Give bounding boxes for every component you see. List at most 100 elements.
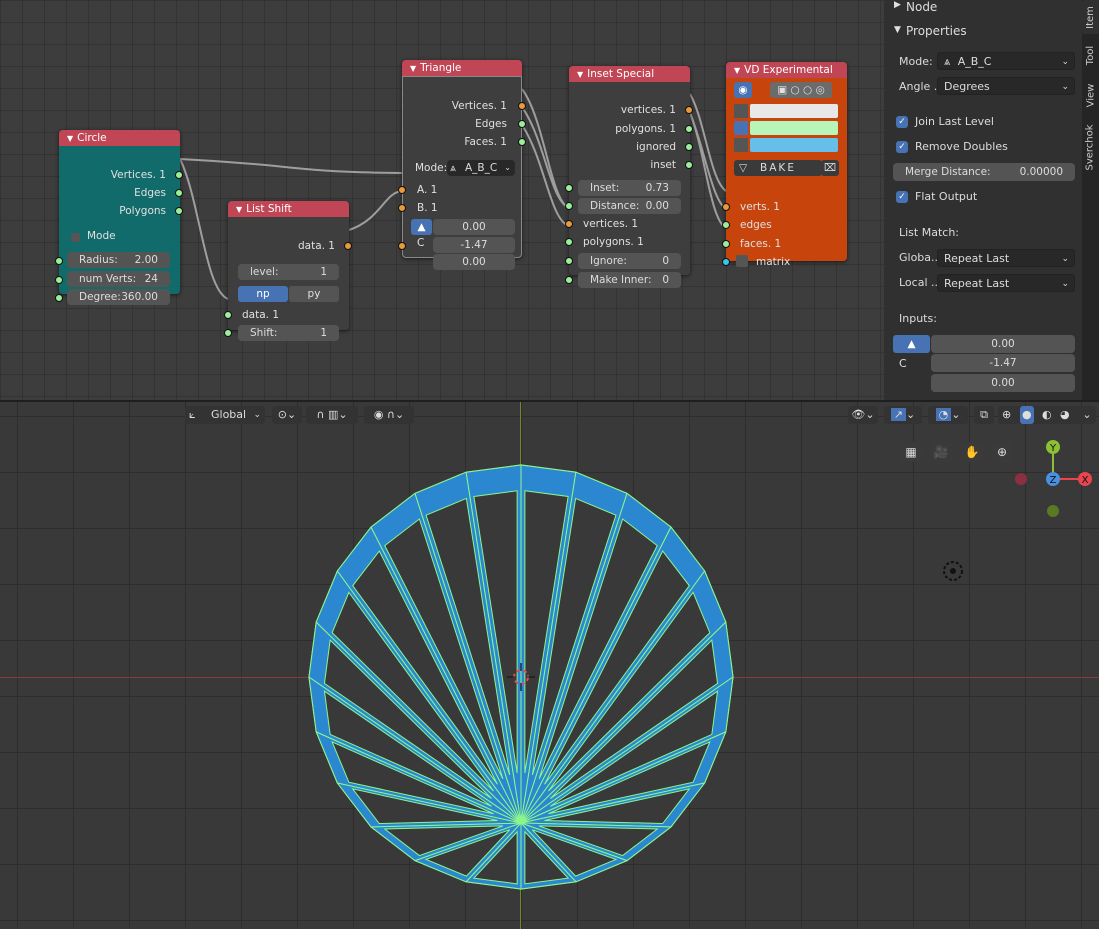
tab-item[interactable]: Item — [1082, 0, 1099, 34]
shading-options-dropdown[interactable]: ⌄ — [1078, 406, 1096, 424]
inset-special-header[interactable]: ▼ Inset Special — [569, 66, 690, 82]
snapping-controls[interactable]: ∩ ▥⌄ — [306, 406, 358, 424]
circle-node-header[interactable]: ▼ Circle — [59, 130, 180, 146]
radius-socket[interactable] — [55, 257, 63, 265]
properties-section-header[interactable]: Properties — [906, 24, 967, 38]
distance-socket[interactable] — [565, 202, 573, 210]
node-section-header[interactable]: Node — [906, 0, 937, 14]
degree-socket[interactable] — [55, 294, 63, 302]
circle-edges-socket[interactable] — [175, 189, 183, 197]
inset-field[interactable]: Inset: 0.73 — [578, 180, 681, 196]
triangle-c-expand-button[interactable]: ▲ — [411, 219, 432, 235]
shift-field[interactable]: Shift: 1 — [238, 325, 339, 341]
vd-faces-socket[interactable] — [722, 240, 730, 248]
navigation-gizmo[interactable]: Y X Z — [1008, 432, 1099, 522]
pan-hand-icon[interactable]: ✋ — [961, 442, 983, 462]
join-last-level-checkbox[interactable]: ✓ — [896, 116, 908, 128]
vd-edges-socket[interactable] — [722, 221, 730, 229]
mode-checkbox[interactable] — [71, 233, 80, 242]
inset-inset-socket[interactable] — [685, 161, 693, 169]
vd-matrix-socket[interactable] — [722, 258, 730, 266]
vd-experimental-node[interactable]: ▼ VD Experimental ◉ ▣ ○ ○ ◎ ▽ BAKE ⌧ verts… — [722, 62, 847, 268]
py-button[interactable]: py — [289, 286, 339, 302]
circle-vertices-socket[interactable] — [175, 171, 183, 179]
np-button[interactable]: np — [238, 286, 288, 302]
inset-polygons-in-socket[interactable] — [565, 238, 573, 246]
transform-orientation-dropdown[interactable]: ⟀ Global ⌄ — [185, 406, 265, 424]
3d-cursor[interactable] — [507, 663, 535, 691]
triangle-edges-socket[interactable] — [518, 120, 526, 128]
triangle-c-socket[interactable] — [398, 242, 406, 250]
remove-doubles-checkbox[interactable]: ✓ — [896, 141, 908, 153]
inputs-expand-button[interactable]: ▲ — [893, 335, 930, 353]
3d-viewport[interactable]: ⟀ Global ⌄ ⊙⌄ ∩ ▥⌄ ◉ ∩⌄ 👁⌄ ↗ ⌄ ◔ ⌄ ⧉ ⊕ ● ◐ ◕… — [0, 402, 1099, 929]
triangle-mode-dropdown[interactable]: ⩓ A_B_C ⌄ — [447, 160, 515, 176]
ignore-socket[interactable] — [565, 257, 573, 265]
node-section-chevron-icon[interactable]: ▶ — [894, 0, 901, 10]
ignore-field[interactable]: Ignore: 0 — [578, 253, 681, 269]
inset-vertices-in-socket[interactable] — [565, 220, 573, 228]
list-shift-output-socket[interactable] — [344, 242, 352, 250]
merge-distance-field[interactable]: Merge Distance: 0.00000 — [893, 163, 1075, 181]
circle-node[interactable]: ▼ Circle Vertices. 1 Edges Polygons Mode … — [55, 130, 183, 305]
level-field[interactable]: level: 1 — [238, 264, 339, 280]
shading-mode-buttons[interactable]: ⊕ ● ◐ ◕ — [998, 406, 1082, 424]
bake-options-icon[interactable]: ⌧ — [821, 160, 839, 176]
angle-dropdown[interactable]: Degrees ⌄ — [937, 77, 1075, 95]
visibility-eye-icon[interactable]: ◉ — [734, 82, 752, 98]
triangle-c-x-field[interactable]: 0.00 — [433, 219, 515, 235]
radius-field[interactable]: Radius: 2.00 — [67, 252, 170, 268]
gizmo-dropdown[interactable]: ↗ ⌄ — [884, 406, 922, 424]
inset-vertices-out-socket[interactable] — [685, 106, 693, 114]
list-shift-node[interactable]: ▼ List Shift data. 1 level: 1 np py data. … — [224, 201, 352, 341]
circle-polygons-socket[interactable] — [175, 207, 183, 215]
visibility-dropdown[interactable]: 👁⌄ — [848, 406, 878, 424]
grid-view-icon[interactable]: ▦ — [900, 442, 922, 462]
shift-socket[interactable] — [224, 329, 232, 337]
vd-verts-socket[interactable] — [722, 203, 730, 211]
global-match-dropdown[interactable]: Repeat Last ⌄ — [937, 249, 1075, 267]
node-editor[interactable]: ▼ Circle Vertices. 1 Edges Polygons Mode … — [0, 0, 884, 402]
edge-color-swatch[interactable] — [750, 121, 838, 135]
gizmo-neg-y-axis[interactable] — [1047, 505, 1059, 517]
make-inner-field[interactable]: Make Inner: 0 — [578, 272, 681, 288]
material-shading-icon[interactable]: ◐ — [1042, 406, 1052, 424]
face-color-swatch[interactable] — [750, 138, 838, 152]
vertex-color-swatch[interactable] — [750, 104, 838, 118]
properties-section-chevron-icon[interactable]: ▼ — [894, 25, 901, 35]
distance-field[interactable]: Distance: 0.00 — [578, 198, 681, 214]
triangle-faces-socket[interactable] — [518, 138, 526, 146]
make-inner-socket[interactable] — [565, 276, 573, 284]
inset-field-socket[interactable] — [565, 184, 573, 192]
list-shift-data-socket[interactable] — [224, 311, 232, 319]
panel-c-y-field[interactable]: -1.47 — [931, 354, 1075, 372]
triangle-header[interactable]: ▼ Triangle — [402, 60, 522, 76]
triangle-c-y-field[interactable]: -1.47 — [433, 237, 515, 253]
camera-view-icon[interactable]: 🎥 — [930, 442, 952, 462]
list-shift-header[interactable]: ▼ List Shift — [228, 201, 349, 217]
panel-mode-dropdown[interactable]: ⩓ A_B_C ⌄ — [937, 52, 1075, 70]
num-verts-socket[interactable] — [55, 276, 63, 284]
bake-button[interactable]: ▽ BAKE — [734, 160, 822, 176]
proportional-editing-controls[interactable]: ◉ ∩⌄ — [364, 406, 414, 424]
flat-output-checkbox[interactable]: ✓ — [896, 191, 908, 203]
triangle-c-z-field[interactable]: 0.00 — [433, 254, 515, 270]
xray-toggle[interactable]: ⧉ — [974, 406, 994, 424]
triangle-node[interactable]: ▼ Triangle Vertices. 1 Edges Faces. 1 Mod… — [398, 60, 526, 270]
inset-polygons-out-socket[interactable] — [685, 125, 693, 133]
vd-experimental-header[interactable]: ▼ VD Experimental — [726, 62, 847, 78]
light-object-icon[interactable] — [940, 558, 966, 584]
tab-sverchok[interactable]: Sverchok — [1082, 118, 1099, 176]
wireframe-shading-icon[interactable]: ⊕ — [1002, 406, 1011, 424]
gizmo-neg-x-axis[interactable] — [1015, 473, 1027, 485]
inset-ignored-socket[interactable] — [685, 143, 693, 151]
pivot-point-dropdown[interactable]: ⊙⌄ — [272, 406, 302, 424]
triangle-b-socket[interactable] — [398, 204, 406, 212]
triangle-a-socket[interactable] — [398, 186, 406, 194]
local-match-dropdown[interactable]: Repeat Last ⌄ — [937, 274, 1075, 292]
display-mode-buttons[interactable]: ▣ ○ ○ ◎ — [770, 82, 832, 98]
triangle-vertices-socket[interactable] — [518, 102, 526, 110]
overlays-dropdown[interactable]: ◔ ⌄ — [928, 406, 968, 424]
degree-field[interactable]: Degree: 360.00 — [67, 289, 170, 305]
tab-view[interactable]: View — [1082, 76, 1099, 114]
